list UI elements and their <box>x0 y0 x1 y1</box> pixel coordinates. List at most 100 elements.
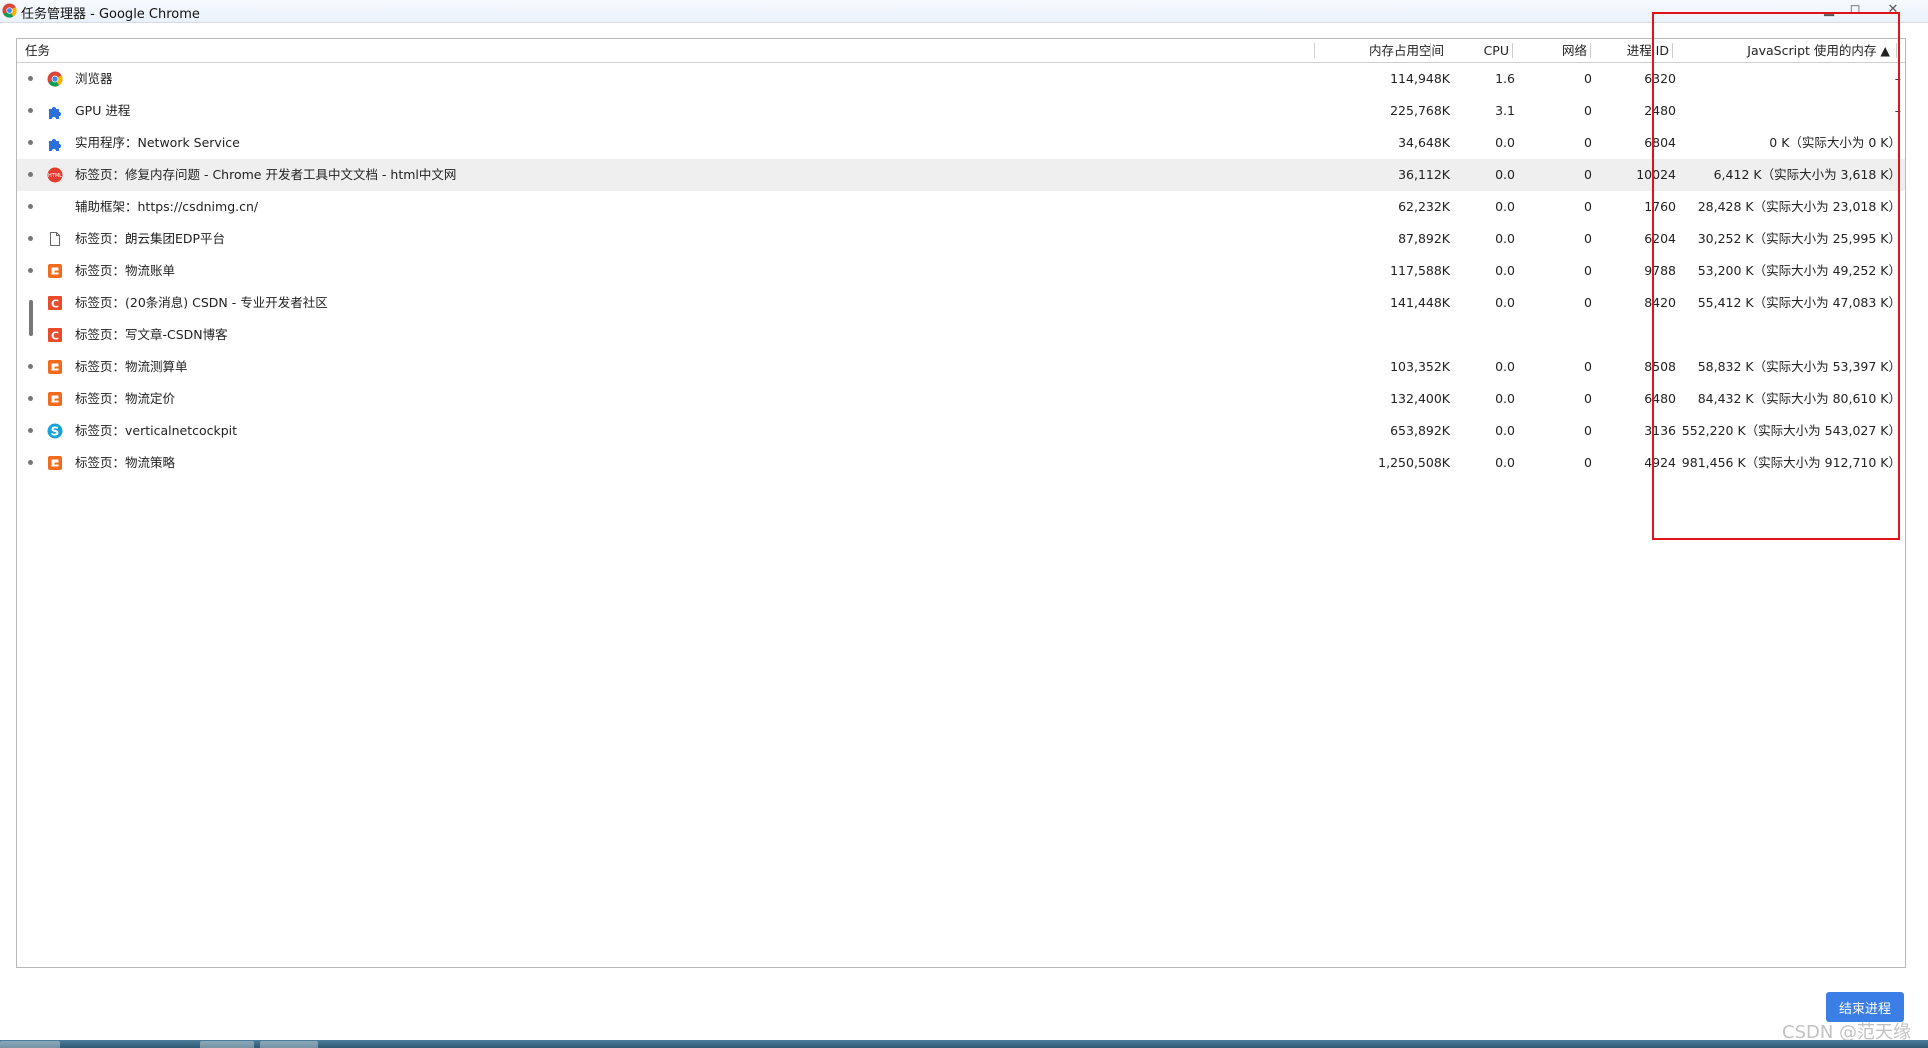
row-bullet <box>28 268 33 273</box>
svg-text:C: C <box>51 330 59 343</box>
table-row[interactable]: 标签页：物流账单 117,588K 0.0 0 9788 53,200 K（实际… <box>17 255 1905 287</box>
puzzle-icon <box>47 135 63 151</box>
task-name: 标签页：朗云集团EDP平台 <box>75 231 226 246</box>
cpu-value: 0.0 <box>1495 167 1515 182</box>
table-row[interactable]: 标签页：物流策略 1,250,508K 0.0 0 4924 981,456 K… <box>17 447 1905 479</box>
network-value: 0 <box>1584 359 1592 374</box>
cpu-value: 0.0 <box>1495 359 1515 374</box>
svg-text:HTML: HTML <box>48 173 62 179</box>
annotation-box <box>1652 12 1900 540</box>
network-value: 0 <box>1584 135 1592 150</box>
cpu-value: 0.0 <box>1495 135 1515 150</box>
taskbar-app-button[interactable] <box>200 1041 254 1048</box>
network-value: 0 <box>1584 391 1592 406</box>
memory-value: 225,768K <box>1390 103 1450 118</box>
cpu-value: 0.0 <box>1495 423 1515 438</box>
task-name: 标签页：写文章-CSDN博客 <box>75 327 228 342</box>
puzzle-icon <box>47 103 63 119</box>
window-title: 任务管理器 - Google Chrome <box>21 7 200 22</box>
chrome-icon <box>2 3 17 18</box>
memory-value: 117,588K <box>1390 263 1450 278</box>
table-row-selected[interactable]: HTML 标签页：修复内存问题 - Chrome 开发者工具中文文档 - htm… <box>17 159 1905 191</box>
network-value: 0 <box>1584 455 1592 470</box>
task-name: 标签页：物流测算单 <box>75 359 188 374</box>
task-name: 标签页：物流账单 <box>75 263 176 278</box>
table-row[interactable]: 浏览器 114,948K 1.6 0 6320 – <box>17 63 1905 95</box>
logo-icon <box>47 391 63 407</box>
memory-value: 141,448K <box>1390 295 1450 310</box>
network-value: 0 <box>1584 103 1592 118</box>
s-icon: S <box>47 423 63 439</box>
cpu-value: 0.0 <box>1495 455 1515 470</box>
memory-value: 87,892K <box>1398 231 1450 246</box>
column-separator <box>1590 43 1591 58</box>
network-value: 0 <box>1584 263 1592 278</box>
csdn-icon: C <box>47 295 63 311</box>
cpu-value: 0.0 <box>1495 295 1515 310</box>
logo-icon <box>47 359 63 375</box>
table-row[interactable]: 实用程序：Network Service 34,648K 0.0 0 6804 … <box>17 127 1905 159</box>
task-name: 标签页：verticalnetcockpit <box>75 423 238 438</box>
task-table: 任务 内存占用空间 CPU 网络 进程 ID JavaScript 使用的内存 … <box>16 38 1906 968</box>
cpu-value: 0.0 <box>1495 391 1515 406</box>
table-row[interactable]: C 标签页：写文章-CSDN博客 <box>17 319 1905 351</box>
table-row[interactable]: 辅助框架：https://csdnimg.cn/ 62,232K 0.0 0 1… <box>17 191 1905 223</box>
column-header-network[interactable]: 网络 <box>1515 39 1587 62</box>
network-value: 0 <box>1584 423 1592 438</box>
task-name: GPU 进程 <box>75 103 131 118</box>
column-separator <box>1512 43 1513 58</box>
cpu-value: 0.0 <box>1495 231 1515 246</box>
row-bullet <box>28 108 33 113</box>
taskbar-start-button[interactable] <box>0 1041 60 1048</box>
task-name: 标签页：(20条消息) CSDN - 专业开发者社区 <box>75 295 328 310</box>
network-value: 0 <box>1584 167 1592 182</box>
network-value: 0 <box>1584 295 1592 310</box>
logo-icon <box>47 455 63 471</box>
column-header-memory[interactable]: 内存占用空间 <box>1317 39 1444 62</box>
svg-text:C: C <box>51 298 59 311</box>
row-bullet <box>28 204 33 209</box>
column-header-task[interactable]: 任务 <box>25 39 50 62</box>
memory-value: 34,648K <box>1398 135 1450 150</box>
task-name: 辅助框架：https://csdnimg.cn/ <box>75 199 259 214</box>
row-bullet <box>28 428 33 433</box>
html-icon: HTML <box>47 167 63 183</box>
memory-value: 653,892K <box>1390 423 1450 438</box>
cpu-value: 3.1 <box>1495 103 1515 118</box>
column-separator <box>1430 43 1431 58</box>
chrome-icon <box>47 71 63 87</box>
logo-icon <box>47 263 63 279</box>
cpu-value: 1.6 <box>1495 71 1515 86</box>
table-row[interactable]: 标签页：物流定价 132,400K 0.0 0 6480 84,432 K（实际… <box>17 383 1905 415</box>
row-bullet <box>28 76 33 81</box>
svg-text:S: S <box>51 425 60 439</box>
row-bullet <box>28 236 33 241</box>
network-value: 0 <box>1584 199 1592 214</box>
cpu-value: 0.0 <box>1495 263 1515 278</box>
taskbar-app-button[interactable] <box>260 1041 318 1048</box>
memory-value: 62,232K <box>1398 199 1450 214</box>
column-header-cpu[interactable]: CPU <box>1433 39 1509 62</box>
memory-value: 1,250,508K <box>1378 455 1450 470</box>
row-bullet <box>28 172 33 177</box>
task-name: 标签页：物流策略 <box>75 455 176 470</box>
table-row[interactable]: 标签页：物流测算单 103,352K 0.0 0 8508 58,832 K（实… <box>17 351 1905 383</box>
row-bullet <box>28 364 33 369</box>
task-name: 标签页：物流定价 <box>75 391 176 406</box>
table-row[interactable]: S 标签页：verticalnetcockpit 653,892K 0.0 0 … <box>17 415 1905 447</box>
table-row[interactable]: 标签页：朗云集团EDP平台 87,892K 0.0 0 6204 30,252 … <box>17 223 1905 255</box>
memory-value: 103,352K <box>1390 359 1450 374</box>
cpu-value: 0.0 <box>1495 199 1515 214</box>
column-separator <box>1314 43 1315 58</box>
table-row[interactable]: C 标签页：(20条消息) CSDN - 专业开发者社区 141,448K 0.… <box>17 287 1905 319</box>
memory-value: 114,948K <box>1390 71 1450 86</box>
memory-value: 36,112K <box>1398 167 1450 182</box>
row-bullet <box>28 460 33 465</box>
task-name: 实用程序：Network Service <box>75 135 240 150</box>
table-row[interactable]: GPU 进程 225,768K 3.1 0 2480 – <box>17 95 1905 127</box>
title-bar: 任务管理器 - Google Chrome ▁ ◻ ✕ <box>0 0 1928 23</box>
task-name: 标签页：修复内存问题 - Chrome 开发者工具中文文档 - html中文网 <box>75 167 457 182</box>
task-name: 浏览器 <box>75 71 113 86</box>
network-value: 0 <box>1584 71 1592 86</box>
memory-value: 132,400K <box>1390 391 1450 406</box>
